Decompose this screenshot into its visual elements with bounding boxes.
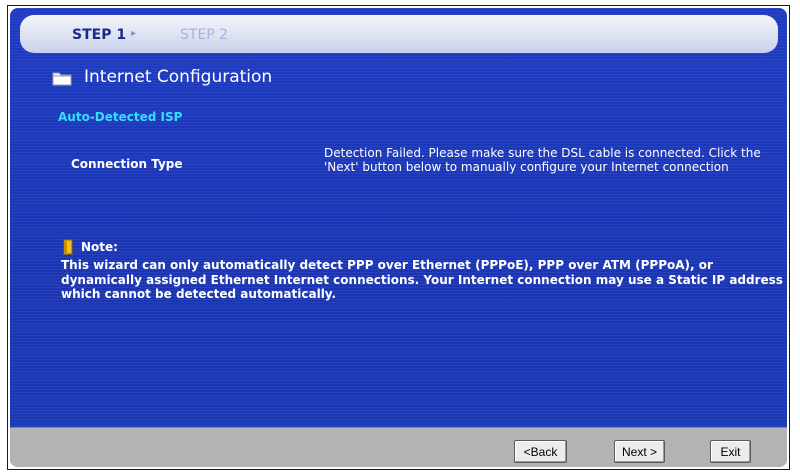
note-icon	[63, 239, 73, 255]
wizard-panel: STEP 1 ▸ STEP 2 Internet Configuration A…	[10, 8, 787, 467]
button-bar: <Back Next > Exit	[10, 427, 787, 467]
wizard-frame: STEP 1 ▸ STEP 2 Internet Configuration A…	[7, 5, 790, 470]
step-2-label: STEP 2	[180, 27, 229, 43]
back-button[interactable]: <Back	[514, 440, 567, 463]
page-title: Internet Configuration	[84, 67, 273, 87]
note-text: This wizard can only automatically detec…	[61, 258, 783, 301]
connection-type-label: Connection Type	[71, 157, 183, 171]
folder-icon	[52, 72, 72, 86]
step-arrow-icon: ▸	[131, 28, 137, 39]
detection-message: Detection Failed. Please make sure the D…	[324, 146, 761, 174]
section-heading: Auto-Detected ISP	[58, 110, 183, 124]
exit-button[interactable]: Exit	[710, 440, 751, 463]
step-1-label: STEP 1	[72, 27, 127, 43]
next-button[interactable]: Next >	[614, 440, 665, 463]
step-indicator: STEP 1 ▸ STEP 2	[20, 15, 778, 53]
note-label: Note:	[81, 240, 118, 254]
